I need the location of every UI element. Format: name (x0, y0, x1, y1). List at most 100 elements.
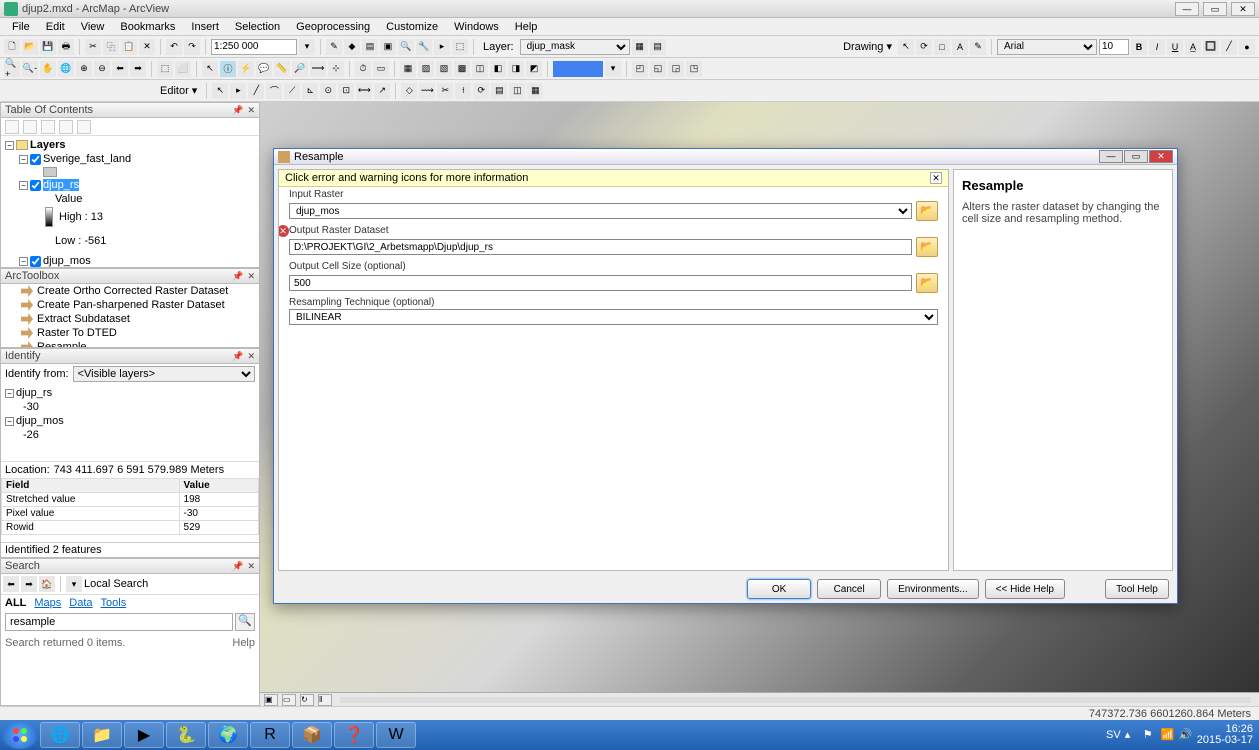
environments-button[interactable]: Environments... (887, 579, 978, 599)
search-pin-icon[interactable]: 📌 (232, 561, 243, 572)
drawing-label[interactable]: Drawing ▾ (843, 40, 892, 53)
search-tab-maps[interactable]: Maps (34, 597, 61, 609)
tool-item[interactable]: Extract Subdataset (1, 312, 259, 326)
color-button[interactable] (553, 61, 603, 77)
browse-button[interactable]: 📂 (916, 201, 938, 221)
tray-date[interactable]: 2015-03-17 (1197, 735, 1253, 746)
toc-list-by-visibility-icon[interactable] (41, 120, 55, 134)
search-back-icon[interactable]: ⬅ (3, 576, 19, 592)
table-row[interactable]: Rowid529 (2, 521, 259, 535)
find-icon[interactable]: 🔎 (292, 61, 308, 77)
midpoint-icon[interactable]: ⊙ (320, 83, 336, 99)
search-tab-all[interactable]: ALL (5, 597, 26, 609)
tray-volume-icon[interactable]: 🔊 (1179, 728, 1193, 742)
effects5-icon[interactable]: ◫ (472, 61, 488, 77)
menu-insert[interactable]: Insert (183, 19, 227, 35)
warning-close-icon[interactable]: ✕ (930, 172, 942, 184)
georef1-icon[interactable]: ◰ (632, 61, 648, 77)
fixed-zoom-out-icon[interactable]: ⊖ (94, 61, 110, 77)
close-button[interactable]: ✕ (1231, 2, 1255, 16)
cell-size-input[interactable] (289, 275, 912, 291)
underline-icon[interactable]: U (1167, 39, 1183, 55)
maximize-button[interactable]: ▭ (1203, 2, 1227, 16)
redo-icon[interactable]: ↷ (184, 39, 200, 55)
identify-layer[interactable]: djup_mos (16, 415, 64, 427)
arctoolbox-icon[interactable]: 🔧 (416, 39, 432, 55)
effects7-icon[interactable]: ◨ (508, 61, 524, 77)
menu-selection[interactable]: Selection (227, 19, 288, 35)
input-raster-select[interactable]: djup_mos (289, 203, 912, 219)
tool-item[interactable]: Create Pan-sharpened Raster Dataset (1, 298, 259, 312)
line-color-icon[interactable]: ╱ (1221, 39, 1237, 55)
taskbar-explorer[interactable]: 📁 (82, 722, 122, 748)
search-go-icon[interactable]: 🔍 (235, 613, 255, 631)
browse-button[interactable]: 📂 (916, 237, 938, 257)
menu-view[interactable]: View (73, 19, 113, 35)
delete-icon[interactable]: ✕ (139, 39, 155, 55)
identify-close-icon[interactable]: ✕ (247, 351, 255, 362)
measure-icon[interactable]: 📏 (274, 61, 290, 77)
tray-network-icon[interactable]: 📶 (1161, 728, 1175, 742)
font-select[interactable]: Arial (997, 39, 1097, 55)
search-input[interactable] (5, 613, 233, 631)
clear-select-icon[interactable]: ⬜ (175, 61, 191, 77)
search-home-icon[interactable]: 🏠 (39, 576, 55, 592)
direction-icon[interactable]: ↗ (374, 83, 390, 99)
tree-toggle-icon[interactable]: − (19, 181, 28, 190)
scale-down-icon[interactable]: ▾ (299, 39, 315, 55)
edit-tool-icon[interactable]: ↖ (212, 83, 228, 99)
zoom-out-icon[interactable]: 🔍- (22, 61, 38, 77)
toc-pin-icon[interactable]: 📌 (232, 105, 243, 116)
menu-customize[interactable]: Customize (378, 19, 446, 35)
arctoolbox-close-icon[interactable]: ✕ (247, 271, 255, 282)
effects1-icon[interactable]: ▦ (400, 61, 416, 77)
effects6-icon[interactable]: ◧ (490, 61, 506, 77)
add-data-icon[interactable]: ◆ (344, 39, 360, 55)
tool-item[interactable]: Resample (1, 340, 259, 348)
menu-geoprocessing[interactable]: Geoprocessing (288, 19, 378, 35)
identify-value[interactable]: -30 (23, 401, 39, 413)
tool-help-button[interactable]: Tool Help (1105, 579, 1169, 599)
scale-input[interactable] (211, 39, 297, 55)
tool-item[interactable]: Create Ortho Corrected Raster Dataset (1, 284, 259, 298)
edit-vertices2-icon[interactable]: ◇ (401, 83, 417, 99)
fill-color-icon[interactable]: 🔲 (1203, 39, 1219, 55)
toc-list-by-source-icon[interactable] (23, 120, 37, 134)
color-down-icon[interactable]: ▾ (605, 61, 621, 77)
effects2-icon[interactable]: ▨ (418, 61, 434, 77)
right-angle-icon[interactable]: ⊾ (302, 83, 318, 99)
toc-options-icon[interactable] (77, 120, 91, 134)
cancel-button[interactable]: Cancel (817, 579, 881, 599)
full-extent-icon[interactable]: 🌐 (58, 61, 74, 77)
arc-seg-icon[interactable]: ⌒ (266, 83, 282, 99)
toc-list-by-selection-icon[interactable] (59, 120, 73, 134)
data-view-icon[interactable]: ▣ (264, 694, 278, 706)
new-icon[interactable]: 🗋 (4, 39, 20, 55)
taskbar-python[interactable]: 🐍 (166, 722, 206, 748)
rectangle-icon[interactable]: □ (934, 39, 950, 55)
effects4-icon[interactable]: ▩ (454, 61, 470, 77)
effects8-icon[interactable]: ◩ (526, 61, 542, 77)
layer-attr-icon[interactable]: ▤ (650, 39, 666, 55)
copy-icon[interactable]: ⿻ (103, 39, 119, 55)
tray-lang[interactable]: SV (1106, 729, 1121, 741)
taskbar-r[interactable]: R (250, 722, 290, 748)
marker-color-icon[interactable]: ● (1239, 39, 1255, 55)
georef2-icon[interactable]: ◱ (650, 61, 666, 77)
table-row[interactable]: Pixel value-30 (2, 507, 259, 521)
resampling-technique-select[interactable]: BILINEAR (289, 309, 938, 325)
toc-close-icon[interactable]: ✕ (247, 105, 255, 116)
taskbar-arcmap[interactable]: 🌍 (208, 722, 248, 748)
layer-label[interactable]: djup_rs (43, 179, 79, 191)
menu-edit[interactable]: Edit (38, 19, 73, 35)
font-size-input[interactable] (1099, 39, 1129, 55)
layer-props-icon[interactable]: ▦ (632, 39, 648, 55)
select-arrow-icon[interactable]: ↖ (202, 61, 218, 77)
dataframe-label[interactable]: Layers (30, 139, 65, 151)
identify-value[interactable]: -26 (23, 429, 39, 441)
editor-toolbar-icon[interactable]: ✎ (326, 39, 342, 55)
model-icon[interactable]: ⬚ (452, 39, 468, 55)
rotate-icon[interactable]: ⟳ (916, 39, 932, 55)
search-scope-icon[interactable]: ▾ (66, 576, 82, 592)
taskbar-word[interactable]: W (376, 722, 416, 748)
